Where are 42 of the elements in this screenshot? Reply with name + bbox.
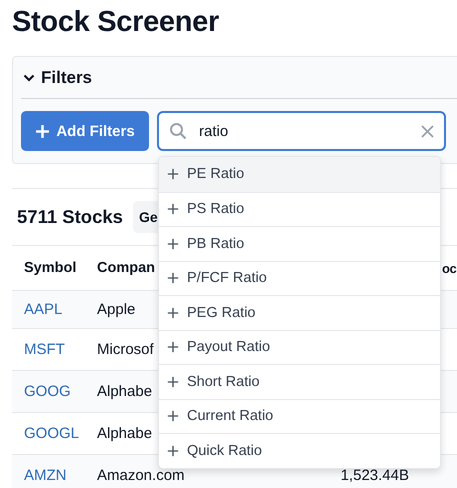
plus-icon [167, 410, 179, 422]
suggestion-item[interactable]: Current Ratio [159, 398, 440, 433]
symbol-link[interactable]: GOOGL [24, 425, 97, 442]
column-header: oc [442, 260, 456, 276]
close-icon[interactable] [421, 124, 434, 138]
plus-icon [167, 444, 179, 457]
search-input[interactable]: ratio [197, 122, 411, 140]
plus-icon [167, 168, 179, 180]
symbol-link[interactable]: GOOG [24, 383, 97, 400]
stock-count: 5711 Stocks [17, 206, 123, 228]
plus-icon [167, 341, 179, 354]
column-header: Symbol [24, 260, 76, 276]
search-box[interactable]: ratio [157, 111, 446, 151]
market-cap-cell: 1,523.44B [340, 467, 409, 484]
company-cell: Alphabe [97, 425, 152, 442]
search-icon [169, 122, 187, 140]
suggestion-item[interactable]: Short Ratio [159, 364, 440, 398]
symbol-link[interactable]: AMZN [24, 467, 97, 484]
company-cell: Apple [97, 301, 136, 318]
add-filters-button[interactable]: Add Filters [21, 111, 149, 151]
suggestion-item[interactable]: P/FCF Ratio [159, 260, 440, 295]
plus-icon [167, 203, 179, 216]
company-cell: Alphabe [97, 383, 152, 400]
company-cell: Microsof [97, 341, 154, 358]
symbol-link[interactable]: AAPL [24, 301, 97, 318]
chevron-icon [23, 74, 35, 82]
suggestion-item[interactable]: Quick Ratio [159, 433, 440, 468]
plus-icon [167, 306, 179, 319]
suggestion-item[interactable]: PE Ratio [159, 157, 440, 192]
plus-icon [167, 272, 179, 284]
page-title: Stock Screener [12, 5, 220, 40]
filters-toggle[interactable]: Filters [21, 57, 457, 99]
column-header: Compan [97, 260, 155, 276]
plus-icon [35, 124, 50, 138]
suggestion-item[interactable]: PEG Ratio [159, 295, 440, 330]
plus-icon [167, 376, 179, 388]
company-cell: Amazon.com [97, 467, 185, 484]
suggestion-item[interactable]: PS Ratio [159, 192, 440, 226]
suggestion-item[interactable]: PB Ratio [159, 226, 440, 260]
plus-icon [167, 238, 179, 250]
symbol-link[interactable]: MSFT [24, 341, 97, 358]
suggestion-item[interactable]: Payout Ratio [159, 330, 440, 364]
